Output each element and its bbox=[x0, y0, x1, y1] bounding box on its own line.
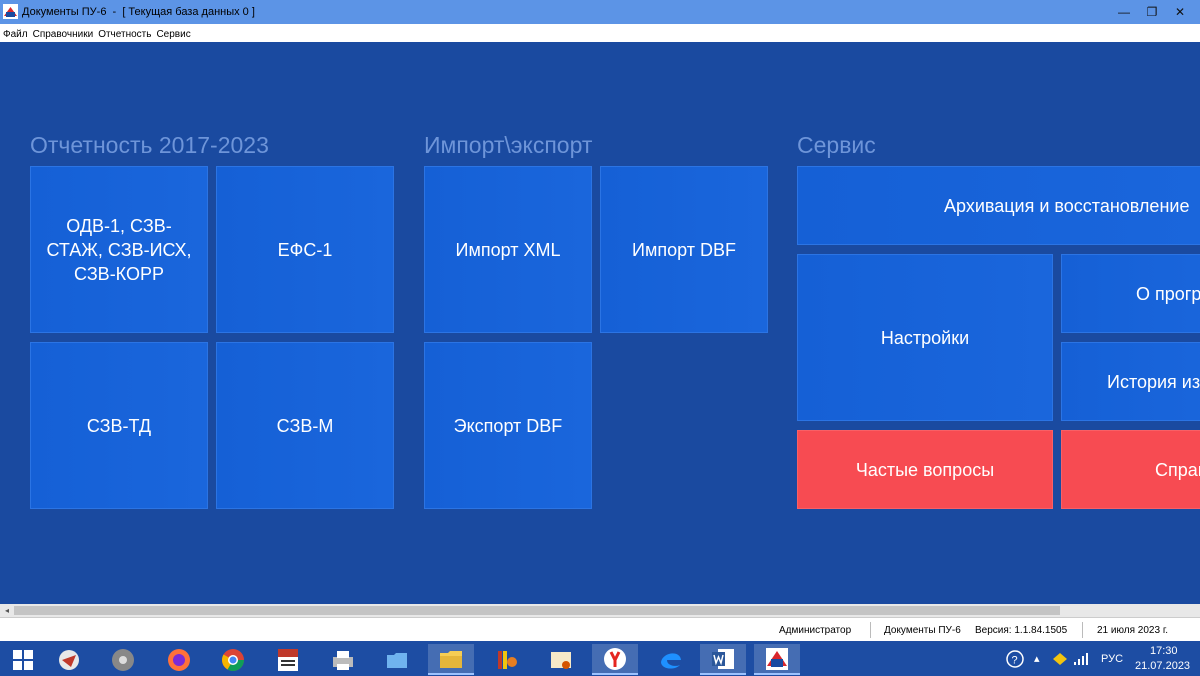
taskbar-word[interactable] bbox=[700, 644, 746, 675]
scroll-left-icon[interactable]: ◂ bbox=[0, 604, 14, 617]
status-version: Версия: 1.1.84.1505 bbox=[975, 625, 1068, 636]
tile-szv-m[interactable]: СЗВ-М bbox=[216, 342, 394, 509]
taskbar-certificate-app[interactable] bbox=[538, 644, 584, 675]
taskbar-chrome[interactable] bbox=[210, 644, 256, 675]
taskbar-app-2[interactable] bbox=[100, 644, 146, 675]
tile-help[interactable]: Справ bbox=[1061, 430, 1200, 509]
group-title-import-export: Импорт\экспорт bbox=[424, 132, 593, 158]
tile-label: Импорт XML bbox=[455, 239, 561, 260]
chrome-icon bbox=[222, 648, 244, 671]
language-indicator[interactable]: РУС bbox=[1101, 653, 1123, 665]
taskbar-firefox[interactable] bbox=[156, 644, 202, 675]
menu-bar: Файл Справочники Отчетность Сервис bbox=[0, 24, 1200, 43]
group-title-reporting: Отчетность 2017-2023 bbox=[30, 132, 269, 158]
menu-service[interactable]: Сервис bbox=[153, 26, 192, 40]
tile-dashboard: Отчетность 2017-2023 ОДВ-1, СЗВ-СТАЖ, СЗ… bbox=[0, 42, 1200, 604]
tray-app-icon[interactable] bbox=[1052, 652, 1068, 666]
file-explorer-icon bbox=[440, 650, 462, 668]
edge-icon bbox=[661, 652, 681, 669]
svg-text:?: ? bbox=[1012, 655, 1018, 667]
taskbar-printer-app[interactable] bbox=[320, 644, 366, 675]
horizontal-scrollbar[interactable]: ◂ bbox=[0, 604, 1200, 617]
title-bar: Документы ПУ-6 - [ Текущая база данных 0… bbox=[0, 0, 1200, 24]
satellite-app-icon bbox=[59, 649, 79, 670]
pdf-icon bbox=[278, 648, 298, 671]
taskbar-pdf-app[interactable] bbox=[265, 644, 311, 675]
tile-label: СЗВ-ТД bbox=[86, 415, 152, 436]
status-date: 21 июля 2023 г. bbox=[1097, 625, 1169, 636]
certificate-icon bbox=[551, 651, 571, 669]
taskbar: ? ▴ РУС 17:30 21.07.2023 bbox=[0, 641, 1200, 676]
disk-app-icon bbox=[112, 648, 134, 671]
restore-icon: ❐ bbox=[1146, 5, 1158, 19]
tile-label: Импорт DBF bbox=[632, 239, 736, 260]
group-title-service: Сервис bbox=[797, 132, 876, 158]
maximize-button[interactable]: ❐ bbox=[1138, 0, 1166, 24]
tile-label: ОДВ-1, СЗВ-СТАЖ, СЗВ-ИСХ, СЗВ-КОРР bbox=[46, 215, 192, 284]
clock-date[interactable]: 21.07.2023 bbox=[1135, 660, 1190, 672]
tile-odv1-szv-stazh[interactable]: ОДВ-1, СЗВ-СТАЖ, СЗВ-ИСХ, СЗВ-КОРР bbox=[30, 166, 208, 333]
tile-import-dbf[interactable]: Импорт DBF bbox=[600, 166, 768, 333]
tile-about[interactable]: О прогр bbox=[1061, 254, 1200, 333]
minimize-icon: — bbox=[1118, 5, 1130, 19]
tile-label: История из bbox=[1107, 371, 1200, 392]
window-title: Документы ПУ-6 - [ Текущая база данных 0… bbox=[22, 6, 255, 18]
start-button[interactable] bbox=[0, 644, 46, 675]
firefox-icon bbox=[168, 648, 190, 671]
taskbar-yandex-browser[interactable] bbox=[592, 644, 638, 675]
status-user: Администратор bbox=[779, 625, 852, 636]
blue-folder-icon bbox=[387, 652, 407, 668]
tile-label: О прогр bbox=[1136, 283, 1200, 304]
taskbar-pfr-app[interactable] bbox=[754, 644, 800, 675]
tile-label: СЗВ-М bbox=[276, 415, 334, 436]
tile-settings[interactable]: Настройки bbox=[797, 254, 1053, 421]
menu-reporting[interactable]: Отчетность bbox=[95, 26, 153, 40]
taskbar-file-explorer[interactable] bbox=[428, 644, 474, 675]
menu-file[interactable]: Файл bbox=[0, 26, 30, 40]
taskbar-book-app[interactable] bbox=[484, 644, 530, 675]
tile-label: Настройки bbox=[880, 327, 970, 348]
tile-archive-restore[interactable]: Архивация и восстановление bbox=[797, 166, 1200, 245]
tile-history[interactable]: История из bbox=[1061, 342, 1200, 421]
menu-references[interactable]: Справочники bbox=[30, 26, 96, 40]
scroll-thumb[interactable] bbox=[14, 606, 1060, 615]
taskbar-edge[interactable] bbox=[648, 644, 694, 675]
help-icon[interactable]: ? bbox=[1006, 650, 1024, 668]
close-icon: ✕ bbox=[1174, 5, 1186, 19]
tile-export-dbf[interactable]: Экспорт DBF bbox=[424, 342, 592, 509]
taskbar-app-1[interactable] bbox=[46, 644, 92, 675]
tile-efs1[interactable]: ЕФС-1 bbox=[216, 166, 394, 333]
taskbar-folder-app[interactable] bbox=[374, 644, 420, 675]
pfr-logo-icon bbox=[766, 647, 788, 670]
status-divider bbox=[870, 622, 871, 638]
windows-logo-icon bbox=[13, 649, 33, 670]
minimize-button[interactable]: — bbox=[1110, 0, 1138, 24]
tile-szv-td[interactable]: СЗВ-ТД bbox=[30, 342, 208, 509]
tile-label: Справ bbox=[1155, 459, 1200, 480]
printer-icon bbox=[333, 650, 353, 670]
app-logo-icon bbox=[3, 4, 18, 19]
close-button[interactable]: ✕ bbox=[1166, 0, 1194, 24]
tile-faq[interactable]: Частые вопросы bbox=[797, 430, 1053, 509]
tile-label: ЕФС-1 bbox=[277, 239, 333, 260]
books-icon bbox=[498, 650, 517, 669]
clock-time[interactable]: 17:30 bbox=[1150, 645, 1178, 657]
tile-label: Частые вопросы bbox=[855, 459, 995, 480]
tray-overflow-icon[interactable]: ▴ bbox=[1034, 652, 1040, 665]
status-app: Документы ПУ-6 bbox=[884, 625, 961, 636]
network-signal-icon[interactable] bbox=[1073, 652, 1089, 666]
tile-label: Экспорт DBF bbox=[453, 415, 563, 436]
tile-import-xml[interactable]: Импорт XML bbox=[424, 166, 592, 333]
yandex-icon bbox=[604, 647, 626, 670]
status-divider bbox=[1082, 622, 1083, 638]
tile-label: Архивация и восстановление bbox=[944, 195, 1190, 216]
word-icon bbox=[712, 648, 734, 669]
status-bar: Администратор Документы ПУ-6 Версия: 1.1… bbox=[0, 617, 1200, 642]
